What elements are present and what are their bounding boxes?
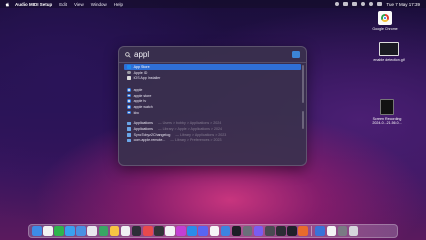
screen-file-icon — [379, 42, 399, 56]
safari-icon — [127, 88, 131, 92]
results-list: App Store Apple ID iOS App Installer app… — [124, 64, 301, 143]
result-label: apple watch — [133, 104, 153, 109]
apple-logo-icon[interactable] — [5, 2, 10, 7]
dock-app-icon[interactable] — [120, 226, 131, 236]
folder-icon — [127, 127, 131, 131]
dock-app-icon[interactable] — [154, 226, 164, 236]
results-scrollbar[interactable] — [302, 111, 304, 129]
window-status-icon[interactable] — [343, 2, 349, 6]
result-label: App Store — [133, 64, 150, 69]
dock-app-icon[interactable] — [231, 226, 242, 236]
folder-icon — [127, 138, 131, 143]
spotlight-search-bar[interactable]: appl — [119, 47, 306, 62]
folder-icon — [127, 121, 131, 126]
result-path: — Users > bobby > Applications > 2024 — [157, 121, 222, 126]
menu-app-name[interactable]: Audio MIDI Setup — [15, 2, 52, 7]
dock-app-icon[interactable] — [276, 226, 286, 236]
dock-app-icon[interactable] — [54, 226, 64, 236]
result-label: com.apple.remote... — [133, 138, 166, 143]
dock-app-icon[interactable] — [187, 226, 197, 236]
app-store-preview-icon[interactable] — [292, 51, 300, 58]
safari-icon — [127, 99, 131, 104]
results-scrollbar[interactable] — [302, 65, 304, 103]
dock-app-icon[interactable] — [65, 226, 75, 236]
dock-app-icon[interactable] — [198, 226, 208, 236]
apple-id-icon — [127, 70, 131, 75]
dock-app-icon[interactable] — [315, 226, 326, 236]
dock-app-icon[interactable] — [298, 226, 308, 236]
menu-bar: Audio MIDI Setup Edit View Window Help T… — [0, 0, 426, 8]
record-status-icon[interactable] — [335, 2, 340, 6]
dock-app-icon[interactable] — [348, 226, 359, 236]
document-row[interactable]: com.apple.remote... — Library > Preferen… — [124, 138, 301, 144]
dock-app-icon[interactable] — [176, 226, 186, 236]
dock-app-icon[interactable] — [220, 226, 231, 236]
dock-app-icon[interactable] — [142, 226, 153, 236]
safari-icon — [127, 93, 131, 98]
result-path: — Library > Applications > 2023 — [175, 132, 227, 137]
wifi-icon[interactable] — [361, 2, 366, 6]
desktop-item-gif[interactable]: enable detection.gif — [372, 42, 406, 62]
menu-view[interactable]: View — [74, 2, 84, 7]
control-center-icon[interactable] — [377, 2, 383, 6]
dock — [28, 224, 398, 238]
desktop-item-recording[interactable]: Screen Recording 2024-0...21.56.0... — [370, 99, 404, 125]
search-status-icon[interactable] — [369, 2, 374, 6]
safari-icon — [127, 110, 131, 115]
chrome-file-icon — [378, 11, 392, 25]
safari-icon — [127, 105, 131, 109]
result-path: — Library > Preferences > 2023 — [170, 138, 222, 143]
dock-app-icon[interactable] — [131, 226, 142, 236]
result-label: Applications — [133, 121, 153, 126]
dock-app-icon[interactable] — [165, 226, 175, 236]
divider — [119, 62, 306, 63]
desktop-item-chrome[interactable]: Google Chrome — [368, 11, 402, 31]
folder-icon — [127, 132, 131, 137]
result-label: Apple ID — [133, 70, 148, 75]
result-label: SyncTobyz2Changelog — [133, 132, 171, 137]
dock-app-icon[interactable] — [326, 226, 337, 236]
dock-app-icon[interactable] — [87, 226, 98, 236]
menu-help[interactable]: Help — [114, 2, 123, 7]
result-label: apple tv — [133, 99, 147, 104]
result-label: apple — [133, 87, 143, 92]
suggestion-kbc[interactable]: kbc — [124, 110, 301, 116]
menu-edit[interactable]: Edit — [59, 2, 67, 7]
menu-clock[interactable]: Tue 7 May 17:39 — [386, 2, 420, 7]
result-label: Applications — [133, 127, 153, 132]
menu-window[interactable]: Window — [91, 2, 107, 7]
result-path: — Library > Apple > Applications > 2024 — [157, 127, 223, 132]
dock-app-icon[interactable] — [98, 226, 109, 236]
app-store-icon — [127, 65, 131, 69]
dock-app-icon[interactable] — [209, 226, 220, 236]
spotlight-window: appl App Store Apple ID iOS App Installe… — [118, 46, 307, 166]
spotlight-query[interactable]: appl — [134, 50, 149, 59]
desktop-item-label: Google Chrome — [372, 27, 398, 31]
dock-app-icon[interactable] — [109, 226, 120, 236]
result-label: apple store — [133, 93, 152, 98]
result-ios-installer[interactable]: iOS App Installer — [124, 75, 301, 81]
result-label: kbc — [133, 110, 140, 115]
dock-app-icon[interactable] — [242, 226, 253, 236]
result-label: iOS App Installer — [133, 76, 161, 81]
desktop-item-label: Screen Recording 2024-0...21.56.0... — [372, 117, 402, 126]
search-icon — [125, 51, 131, 58]
ios-installer-icon — [127, 76, 131, 81]
dock-app-icon[interactable] — [32, 226, 42, 236]
battery-icon[interactable] — [352, 2, 358, 6]
dock-app-icon[interactable] — [43, 226, 53, 236]
dock-app-icon[interactable] — [264, 226, 275, 236]
dock-app-icon[interactable] — [337, 226, 348, 236]
status-area: Tue 7 May 17:39 — [335, 0, 420, 8]
video-file-icon — [380, 99, 394, 115]
dock-separator — [311, 226, 312, 236]
dock-app-icon[interactable] — [76, 226, 86, 236]
dock-app-icon[interactable] — [287, 226, 297, 236]
dock-app-icon[interactable] — [253, 226, 264, 236]
desktop-item-label: enable detection.gif — [373, 58, 405, 62]
